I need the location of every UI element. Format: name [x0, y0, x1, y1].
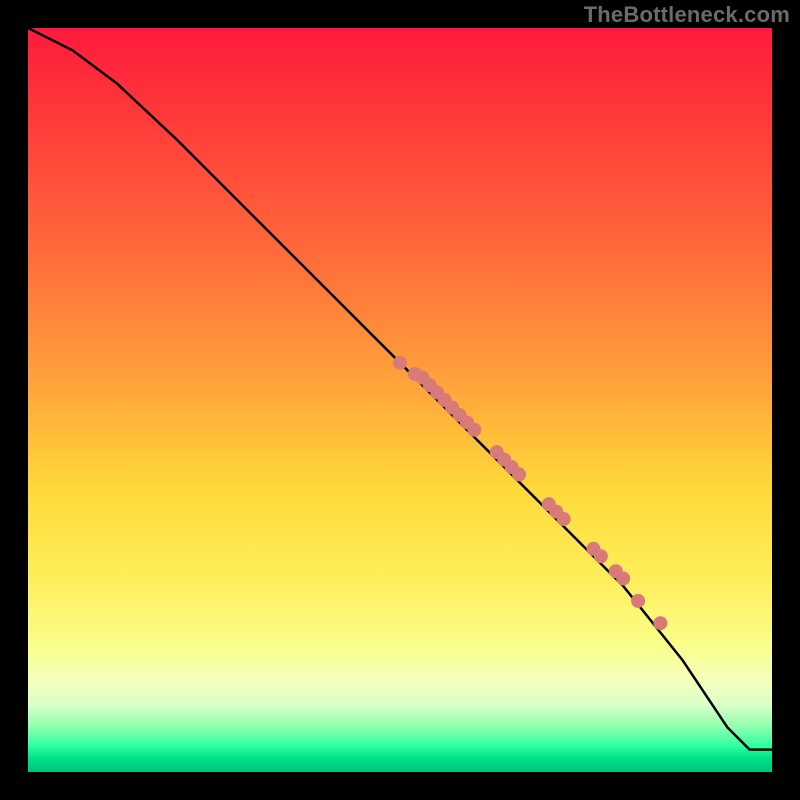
watermark-text: TheBottleneck.com: [584, 2, 790, 28]
chart-frame: TheBottleneck.com: [0, 0, 800, 800]
data-point: [616, 572, 630, 586]
data-point: [467, 423, 481, 437]
data-point: [512, 467, 526, 481]
data-curve: [28, 28, 772, 750]
data-point: [393, 356, 407, 370]
data-point: [594, 549, 608, 563]
data-point: [631, 594, 645, 608]
chart-svg: [28, 28, 772, 772]
data-point: [557, 512, 571, 526]
plot-area: [28, 28, 772, 772]
data-point: [653, 616, 667, 630]
